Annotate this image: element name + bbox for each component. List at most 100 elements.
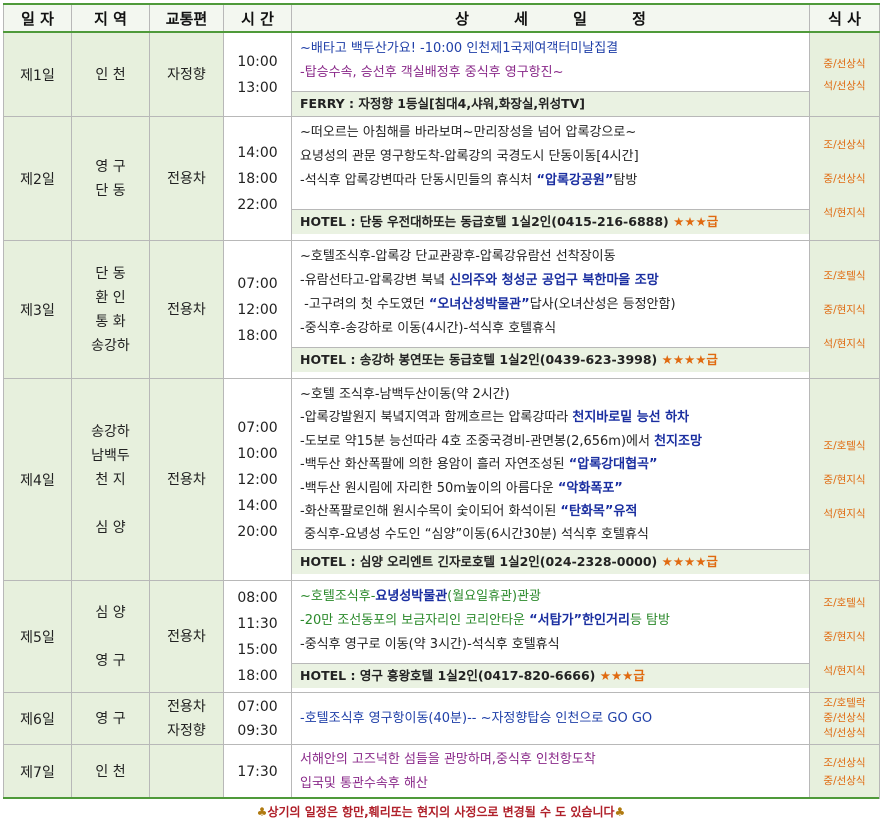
detail-cell: 서해안의 고즈넉한 섬들을 관망하며,중식후 인천항도착 입국및 통관수속후 해…	[291, 744, 810, 799]
region-line: 영 구	[95, 158, 126, 175]
hotel-text: FERRY : 자정향 1등실[침대4,샤워,화장실,위성TV]	[300, 96, 586, 111]
day-cell: 제1일	[3, 31, 72, 117]
detail-line: 중식후-요녕성 수도인 “심양”이동(6시간30분) 석식후 호텔휴식	[300, 527, 649, 543]
region-line: 송강하	[91, 337, 130, 354]
highlight-place: 천지조망	[654, 433, 702, 449]
detail-line: -중식후-송강하로 이동(4시간)-석식후 호텔휴식	[300, 321, 557, 336]
table-row: 제4일 송강하 남백두 천 지 심 양 전용차 07:00 10:00 12:0…	[3, 378, 880, 581]
day-cell: 제3일	[3, 240, 72, 379]
meal-line: 중/선상식	[823, 172, 866, 185]
transport-cell: 전용차 자정향	[149, 692, 224, 745]
header-time: 시 간	[223, 3, 292, 33]
region-line: 인 천	[95, 66, 126, 83]
detail-line: 서해안의 고즈넉한 섬들을 관망하며,중식후 인천항도착	[300, 751, 596, 767]
table-row: 제1일 인 천 자정향 10:00 13:00 ~배타고 백두산가요! -10:…	[3, 31, 880, 117]
meal-cell: 조/호텔식 중/현지식 석/현지식	[809, 580, 880, 693]
meal-line: 중/선상식	[823, 712, 866, 724]
time-line: 07:00	[237, 419, 278, 436]
time-line: 08:00	[237, 589, 278, 606]
region-line: 인 천	[95, 763, 126, 780]
region-cell: 영 구	[71, 692, 150, 745]
highlight-place: 요녕성박물관	[375, 589, 448, 604]
meal-line: 조/호텔락	[823, 697, 866, 709]
detail-cell: ~떠오르는 아침해를 바라보며~만리장성을 넘어 압록강으로~ 요녕성의 관문 …	[291, 116, 810, 241]
meal-line: 중/선상식	[823, 774, 866, 787]
footer-note: ♣상기의 일정은 항만,훼리또는 현지의 사정으로 변경될 수 도 있습니다♣	[3, 797, 879, 820]
region-line: 영 구	[95, 710, 126, 727]
table-row: 제3일 단 동 환 인 통 화 송강하 전용차 07:00 12:00 18:0…	[3, 240, 880, 379]
hotel-stars: ★★★급	[673, 214, 719, 229]
meal-line: 석/현지식	[823, 206, 866, 219]
transport-cell	[149, 744, 224, 799]
hotel-text: HOTEL : 심양 오리엔트 긴자로호텔 1실2인(024-2328-0000…	[300, 554, 658, 569]
time-cell: 14:00 18:00 22:00	[223, 116, 292, 241]
meal-line: 조/선상식	[823, 138, 866, 151]
highlight-place: “서탑가”한인거리	[529, 613, 630, 628]
time-line: 07:00	[237, 275, 278, 292]
detail-cell: ~호텔조식후-요녕성박물관(월요일휴관)관광 -20만 조선동포의 보금자리인 …	[291, 580, 810, 693]
highlight-place: “오녀산성박물관”	[428, 297, 530, 312]
region-line: 영 구	[95, 652, 126, 669]
detail-line: -고구려의 첫 수도였던 “오녀산성박물관”답사(오녀산성은 등정안함)	[300, 293, 803, 317]
table-row: 제6일 영 구 전용차 자정향 07:00 09:30 -호텔조식후 영구항이동…	[3, 692, 880, 745]
day-cell: 제5일	[3, 580, 72, 693]
meal-cell: 조/호텔락 중/선상식 석/선상식	[809, 692, 880, 745]
region-cell: 심 양 영 구	[71, 580, 150, 693]
meal-cell: 조/호텔식 중/현지식 석/현지식	[809, 240, 880, 379]
meal-line: 중/현지식	[823, 473, 866, 486]
detail-text: -석식후 압록강변따라 단동시민들의 휴식처	[300, 173, 537, 188]
time-line: 18:00	[237, 667, 278, 684]
region-line: 단 동	[95, 265, 126, 282]
hotel-line: HOTEL : 단동 우전대하또는 동급호텔 1실2인(0415-216-688…	[292, 209, 809, 234]
detail-line: ~떠오르는 아침해를 바라보며~만리장성을 넘어 압록강으로~	[300, 125, 637, 140]
hotel-line: HOTEL : 영구 흥왕호텔 1실2인(0417-820-6666) ★★★급	[292, 663, 809, 688]
detail-text: -고구려의 첫 수도였던	[300, 297, 429, 312]
highlight-place: “악화폭포”	[557, 480, 623, 496]
transport-cell: 전용차	[149, 580, 224, 693]
meal-line: 조/선상식	[823, 756, 866, 769]
meal-line: 중/선상식	[823, 57, 866, 70]
meal-cell: 조/선상식 중/선상식 석/현지식	[809, 116, 880, 241]
meal-line: 석/선상식	[823, 79, 866, 92]
detail-cell: ~호텔조식후-압록강 단교관광후-압록강유람선 선착장이동 -유람선타고-압록강…	[291, 240, 810, 379]
region-line: 천 지	[95, 471, 126, 488]
detail-cell: ~배타고 백두산가요! -10:00 인천제1국제여객터미날집결 -탑승수속, …	[291, 31, 810, 117]
detail-line: -백두산 화산폭팔에 의한 용암이 흘러 자연조성된 “압록강대협곡”	[300, 453, 803, 476]
time-line: 11:30	[237, 615, 278, 632]
time-cell: 07:00 12:00 18:00	[223, 240, 292, 379]
time-line: 07:00	[237, 698, 278, 715]
region-cell: 단 동 환 인 통 화 송강하	[71, 240, 150, 379]
detail-text: ~호텔조식후-	[300, 589, 376, 604]
detail-text: 탐방	[613, 173, 638, 188]
detail-text: 답사(오녀산성은 등정안함)	[529, 297, 676, 312]
meal-line: 석/현지식	[823, 337, 866, 350]
time-line: 15:00	[237, 641, 278, 658]
day-cell: 제6일	[3, 692, 72, 745]
table-row: 제7일 인 천 17:30 서해안의 고즈넉한 섬들을 관망하며,중식후 인천항…	[3, 744, 880, 799]
region-line: 환 인	[95, 289, 126, 306]
header-day: 일 자	[3, 3, 72, 33]
meal-line: 중/현지식	[823, 630, 866, 643]
transport-cell: 전용차	[149, 116, 224, 241]
itinerary-table: 일 자 지 역 교통편 시 간 상 세 일 정 식 사 제1일 인 천 자정향 …	[3, 3, 880, 799]
transport-cell: 전용차	[149, 378, 224, 581]
hotel-text: HOTEL : 단동 우전대하또는 동급호텔 1실2인(0415-216-688…	[300, 214, 669, 229]
time-line: 22:00	[237, 196, 278, 213]
detail-line: ~호텔조식후-압록강 단교관광후-압록강유람선 선착장이동	[300, 249, 616, 264]
hotel-stars: ★★★급	[599, 668, 645, 683]
time-cell: 10:00 13:00	[223, 31, 292, 117]
region-line: 심 양	[95, 519, 126, 536]
day-cell: 제4일	[3, 378, 72, 581]
header-transport: 교통편	[149, 3, 224, 33]
detail-text: -화산폭팔로인해 원시수목이 숯이되어 화석이된	[300, 504, 561, 520]
day-cell: 제7일	[3, 744, 72, 799]
detail-line: -압록강발원지 북녘지역과 함께흐르는 압록강따라 천지바로밑 능선 하차	[300, 406, 803, 429]
region-cell: 인 천	[71, 31, 150, 117]
time-cell: 07:00 09:30	[223, 692, 292, 745]
time-line: 13:00	[237, 79, 278, 96]
detail-text: -도보로 약15분 능선따라 4호 조중국경비-관면봉(2,656m)에서	[300, 433, 655, 449]
transport-line: 전용차	[167, 628, 206, 645]
table-header-row: 일 자 지 역 교통편 시 간 상 세 일 정 식 사	[3, 3, 880, 33]
time-line: 12:00	[237, 471, 278, 488]
detail-line: -탑승수속, 승선후 객실배정후 중식후 영구항진~	[300, 65, 564, 80]
